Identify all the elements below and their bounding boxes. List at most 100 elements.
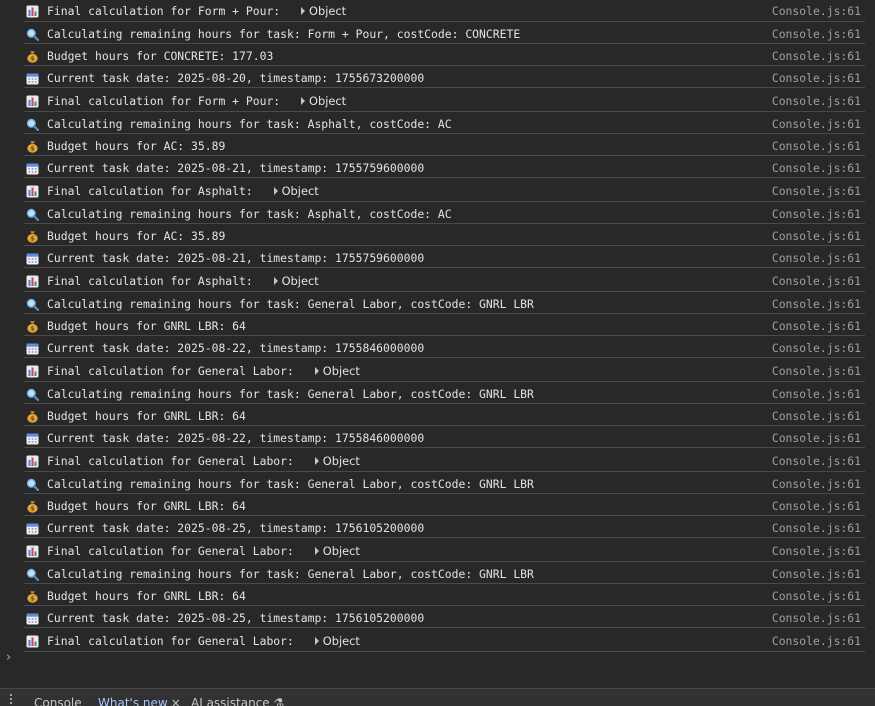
message-text: Budget hours for GNRL LBR: 64 bbox=[47, 589, 246, 603]
console-message-row: Calculating remaining hours for task: Ge… bbox=[24, 382, 865, 404]
source-link[interactable]: Console.js:61 bbox=[772, 207, 861, 221]
expand-triangle-icon bbox=[314, 637, 319, 645]
message-text: Budget hours for GNRL LBR: 64 bbox=[47, 499, 246, 513]
more-options-icon[interactable] bbox=[10, 694, 13, 706]
console-message-text: Budget hours for GNRL LBR: 64 bbox=[47, 319, 246, 333]
bar-chart-icon bbox=[26, 365, 39, 378]
source-link[interactable]: Console.js:61 bbox=[772, 567, 861, 581]
object-label: Object bbox=[281, 184, 319, 198]
money-bag-icon: $ bbox=[27, 411, 38, 423]
source-link[interactable]: Console.js:61 bbox=[772, 409, 861, 423]
source-link[interactable]: Console.js:61 bbox=[772, 454, 861, 468]
calendar-icon bbox=[26, 163, 39, 175]
console-message-text: Current task date: 2025-08-20, timestamp… bbox=[47, 71, 424, 85]
source-link[interactable]: Console.js:61 bbox=[772, 117, 861, 131]
object-label: Object bbox=[322, 634, 360, 648]
close-icon[interactable]: × bbox=[171, 696, 181, 706]
source-link[interactable]: Console.js:61 bbox=[772, 49, 861, 63]
source-link[interactable]: Console.js:61 bbox=[772, 4, 861, 18]
console-message-text: Calculating remaining hours for task: As… bbox=[47, 117, 452, 131]
message-text: Budget hours for AC: 35.89 bbox=[47, 139, 226, 153]
console-message-text: Final calculation for Asphalt: Object bbox=[47, 184, 319, 198]
source-link[interactable]: Console.js:61 bbox=[772, 544, 861, 558]
tab-console[interactable]: Console bbox=[34, 696, 82, 706]
source-link[interactable]: Console.js:61 bbox=[772, 184, 861, 198]
message-text: Current task date: 2025-08-25, timestamp… bbox=[47, 521, 425, 535]
tab-ai-assistance-label: AI assistance bbox=[191, 696, 270, 706]
source-link[interactable]: Console.js:61 bbox=[772, 611, 861, 625]
bar-chart-icon bbox=[26, 635, 39, 648]
console-message-row: Current task date: 2025-08-25, timestamp… bbox=[24, 516, 865, 538]
console-message-row: Calculating remaining hours for task: Ge… bbox=[24, 292, 865, 314]
object-expander[interactable]: Object bbox=[314, 454, 360, 468]
svg-text:$: $ bbox=[30, 325, 35, 333]
message-text: Final calculation for General Labor: bbox=[47, 544, 301, 558]
source-link[interactable]: Console.js:61 bbox=[772, 274, 861, 288]
source-link[interactable]: Console.js:61 bbox=[772, 319, 861, 333]
console-message-text: Calculating remaining hours for task: Ge… bbox=[47, 567, 534, 581]
source-link[interactable]: Console.js:61 bbox=[772, 94, 861, 108]
console-message-row: Final calculation for Form + Pour: Objec… bbox=[24, 0, 865, 22]
source-link[interactable]: Console.js:61 bbox=[772, 251, 861, 265]
money-bag-icon: $ bbox=[27, 321, 38, 333]
tab-whats-new[interactable]: What's new × bbox=[98, 696, 181, 706]
message-text: Final calculation for Form + Pour: bbox=[47, 4, 288, 18]
source-link[interactable]: Console.js:61 bbox=[772, 364, 861, 378]
expand-triangle-icon bbox=[273, 187, 278, 195]
money-bag-icon: $ bbox=[27, 141, 38, 153]
message-text: Calculating remaining hours for task: As… bbox=[47, 117, 452, 131]
source-link[interactable]: Console.js:61 bbox=[772, 139, 861, 153]
message-text: Budget hours for AC: 35.89 bbox=[47, 229, 226, 243]
tab-console-label: Console bbox=[34, 696, 82, 706]
console-message-text: Calculating remaining hours for task: Ge… bbox=[47, 297, 534, 311]
console-message-row: Final calculation for General Labor: Obj… bbox=[24, 628, 865, 652]
console-message-text: Calculating remaining hours for task: As… bbox=[47, 207, 452, 221]
message-text: Calculating remaining hours for task: Fo… bbox=[47, 27, 521, 41]
source-link[interactable]: Console.js:61 bbox=[772, 341, 861, 355]
source-link[interactable]: Console.js:61 bbox=[772, 521, 861, 535]
message-text: Current task date: 2025-08-20, timestamp… bbox=[47, 71, 425, 85]
expand-triangle-icon bbox=[314, 457, 319, 465]
magnifier-icon bbox=[26, 388, 39, 401]
message-text: Final calculation for General Labor: bbox=[47, 454, 301, 468]
bar-chart-icon bbox=[26, 185, 39, 198]
console-message-text: Calculating remaining hours for task: Ge… bbox=[47, 387, 534, 401]
object-expander[interactable]: Object bbox=[314, 634, 360, 648]
source-link[interactable]: Console.js:61 bbox=[772, 431, 861, 445]
source-link[interactable]: Console.js:61 bbox=[772, 499, 861, 513]
expand-triangle-icon bbox=[273, 277, 278, 285]
message-text: Current task date: 2025-08-22, timestamp… bbox=[47, 341, 425, 355]
magnifier-icon bbox=[26, 28, 39, 41]
source-link[interactable]: Console.js:61 bbox=[772, 589, 861, 603]
object-expander[interactable]: Object bbox=[301, 94, 346, 108]
expand-triangle-icon bbox=[301, 97, 306, 105]
console-message-row: Calculating remaining hours for task: Fo… bbox=[24, 22, 865, 44]
source-link[interactable]: Console.js:61 bbox=[772, 297, 861, 311]
source-link[interactable]: Console.js:61 bbox=[772, 387, 861, 401]
object-expander[interactable]: Object bbox=[301, 4, 346, 18]
money-bag-icon: $ bbox=[27, 51, 38, 63]
console-message-text: Final calculation for General Labor: Obj… bbox=[47, 364, 360, 378]
tab-ai-assistance[interactable]: AI assistance ⚗ bbox=[191, 696, 284, 706]
bar-chart-icon bbox=[26, 95, 39, 108]
console-message-row: Final calculation for General Labor: Obj… bbox=[24, 358, 865, 382]
expand-triangle-icon bbox=[314, 367, 319, 375]
source-link[interactable]: Console.js:61 bbox=[772, 161, 861, 175]
message-text: Calculating remaining hours for task: Ge… bbox=[47, 567, 534, 581]
object-expander[interactable]: Object bbox=[273, 184, 319, 198]
source-link[interactable]: Console.js:61 bbox=[772, 27, 861, 41]
console-prompt[interactable]: › bbox=[6, 650, 11, 665]
console-message-row: Final calculation for Form + Pour: Objec… bbox=[24, 88, 865, 112]
message-text: Final calculation for Form + Pour: bbox=[47, 94, 288, 108]
source-link[interactable]: Console.js:61 bbox=[772, 634, 861, 648]
console-message-text: Final calculation for Form + Pour: Objec… bbox=[47, 4, 346, 18]
source-link[interactable]: Console.js:61 bbox=[772, 71, 861, 85]
source-link[interactable]: Console.js:61 bbox=[772, 229, 861, 243]
object-expander[interactable]: Object bbox=[273, 274, 319, 288]
source-link[interactable]: Console.js:61 bbox=[772, 477, 861, 491]
object-label: Object bbox=[309, 94, 347, 108]
message-text: Calculating remaining hours for task: As… bbox=[47, 207, 452, 221]
object-expander[interactable]: Object bbox=[314, 364, 360, 378]
object-expander[interactable]: Object bbox=[314, 544, 360, 558]
console-message-text: Budget hours for AC: 35.89 bbox=[47, 229, 225, 243]
